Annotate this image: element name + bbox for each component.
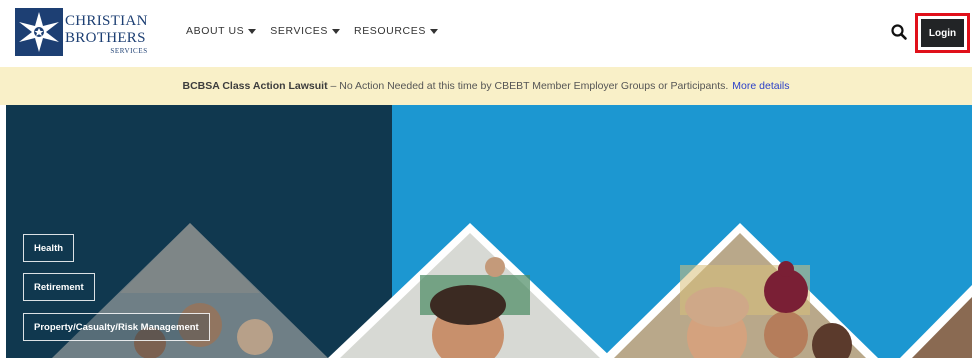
login-button[interactable]: Login <box>921 19 964 47</box>
nav-resources-label: RESOURCES <box>354 25 426 37</box>
star-cross-logo-icon <box>15 8 63 56</box>
logo-line-1: CHRISTIAN <box>65 13 148 29</box>
nav-resources[interactable]: RESOURCES <box>354 25 438 37</box>
search-icon[interactable] <box>890 23 908 41</box>
caret-down-icon <box>429 28 438 34</box>
service-button-retirement[interactable]: Retirement <box>23 273 95 301</box>
banner-more-details-link[interactable]: More details <box>732 80 789 92</box>
announcement-banner: BCBSA Class Action Lawsuit – No Action N… <box>0 67 972 105</box>
caret-down-icon <box>332 28 341 34</box>
service-button-property-casualty[interactable]: Property/Casualty/Risk Management <box>23 313 210 341</box>
hero-section: Health Retirement Property/Casualty/Risk… <box>0 105 972 358</box>
nav-about-us[interactable]: ABOUT US <box>186 25 257 37</box>
nav-services-label: SERVICES <box>270 25 329 37</box>
logo-line-2: BROTHERS <box>65 30 146 46</box>
nav-about-us-label: ABOUT US <box>186 25 245 37</box>
banner-text: – No Action Needed at this time by CBEBT… <box>327 80 729 92</box>
service-button-property-casualty-label: Property/Casualty/Risk Management <box>34 321 199 333</box>
banner-title: BCBSA Class Action Lawsuit <box>182 80 328 92</box>
service-button-health[interactable]: Health <box>23 234 75 262</box>
login-highlight-box: Login <box>915 13 970 53</box>
logo-line-3: SERVICES <box>110 47 148 55</box>
site-header: CHRISTIAN BROTHERS SERVICES ABOUT US SER… <box>0 0 972 64</box>
logo-wordmark: CHRISTIAN BROTHERS SERVICES <box>65 14 148 55</box>
christian-brothers-logo[interactable]: CHRISTIAN BROTHERS SERVICES <box>15 8 155 58</box>
service-button-retirement-label: Retirement <box>34 281 84 293</box>
nav-services[interactable]: SERVICES <box>270 25 341 37</box>
main-nav: ABOUT US SERVICES RESOURCES <box>186 25 438 37</box>
caret-down-icon <box>248 28 257 34</box>
service-button-health-label: Health <box>34 242 64 254</box>
